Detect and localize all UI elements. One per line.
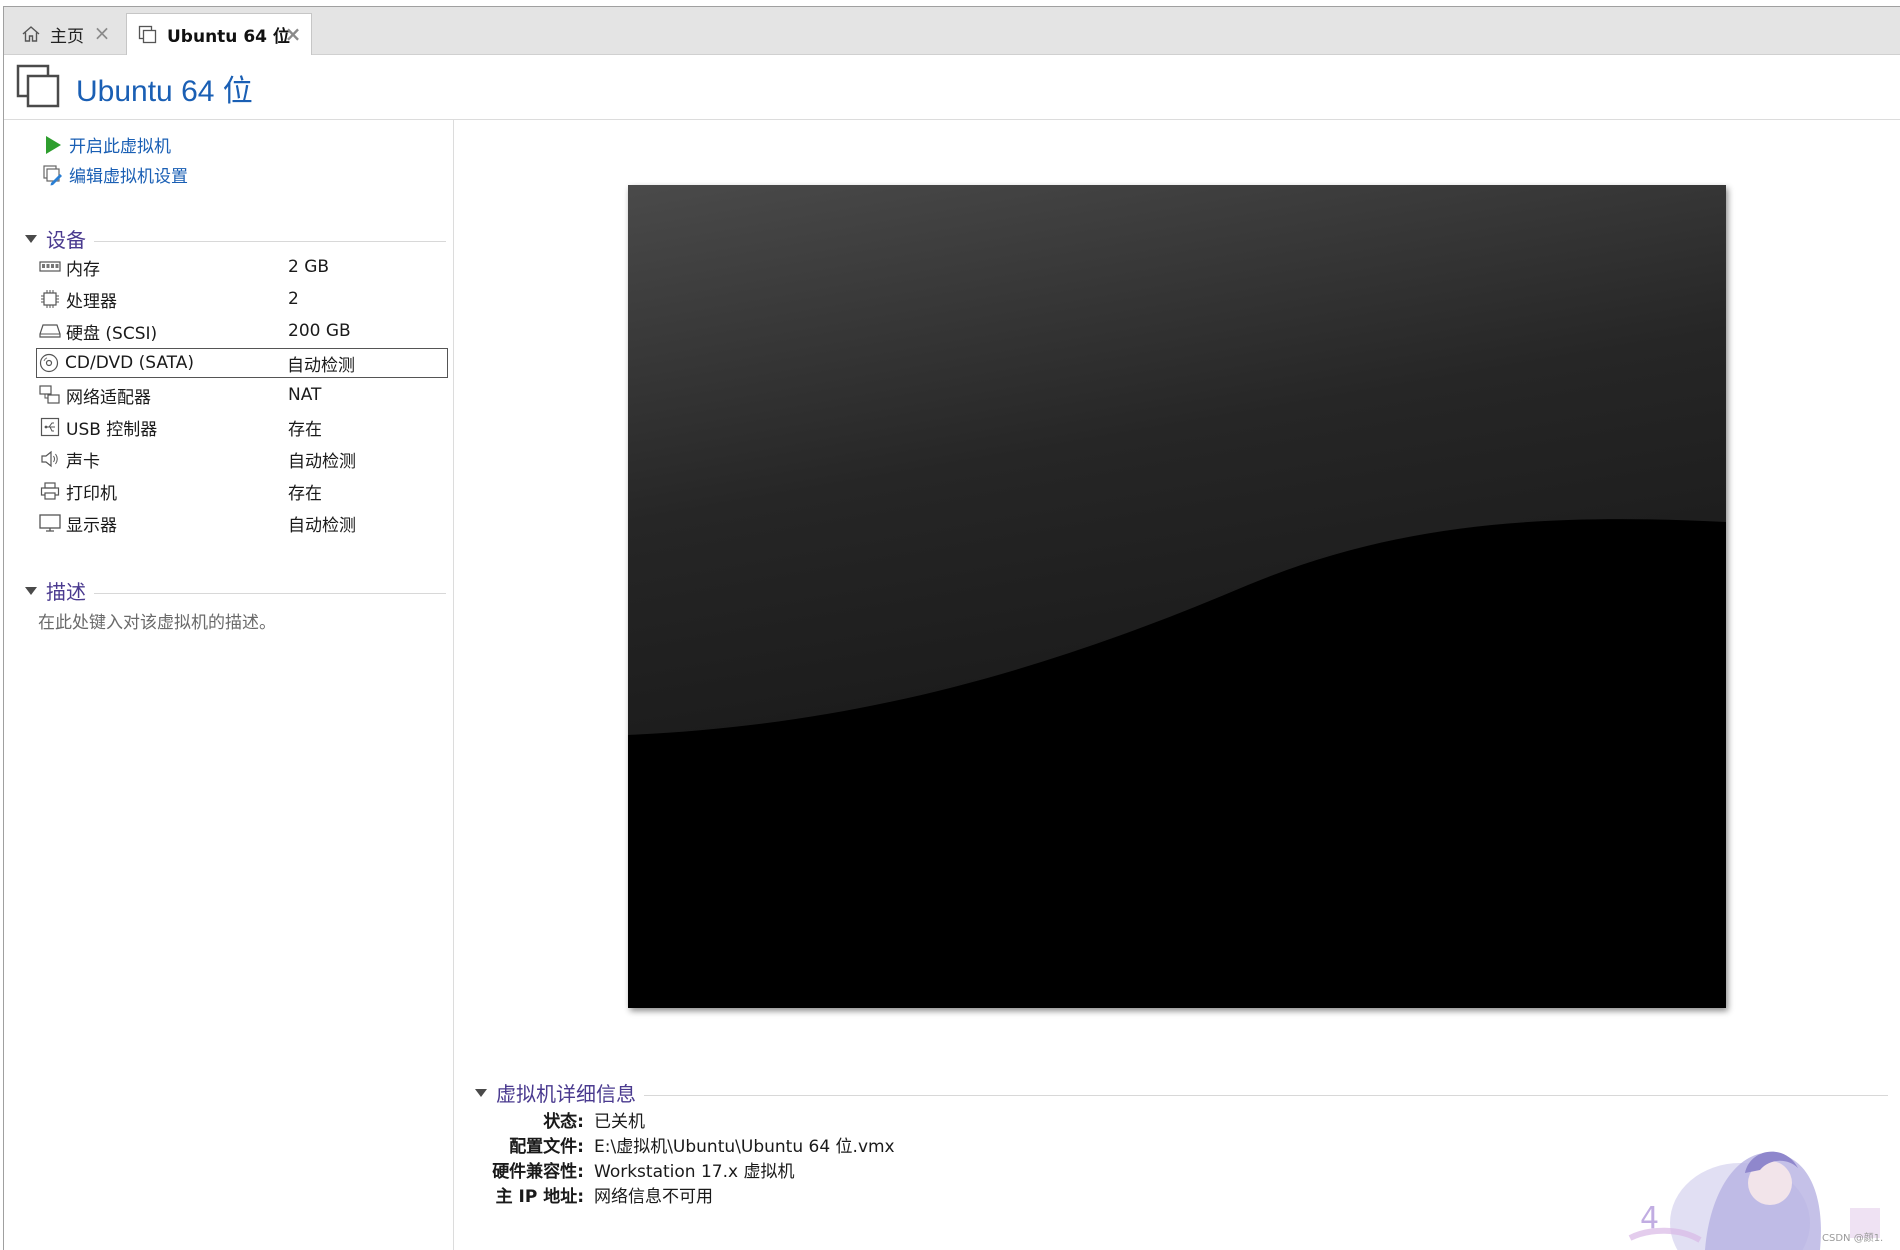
tab-home[interactable]: 主页 × [10, 13, 120, 55]
vm-details-title: 虚拟机详细信息 [496, 1082, 636, 1106]
processor-icon [38, 288, 62, 310]
device-value: NAT [288, 385, 322, 405]
device-value: 自动检测 [288, 515, 356, 536]
vm-icon [16, 64, 60, 108]
vm-screen-preview[interactable] [628, 185, 1726, 1008]
device-value: 2 GB [288, 257, 330, 277]
device-value: 存在 [288, 483, 322, 504]
detail-value: 网络信息不可用 [594, 1186, 713, 1207]
divider [644, 1095, 1888, 1096]
device-row-network-adapter[interactable]: 网络适配器 NAT [38, 380, 450, 410]
vm-thumbnail [628, 185, 1726, 1008]
device-row-printer[interactable]: 打印机 存在 [38, 476, 450, 506]
device-name: 打印机 [66, 483, 117, 504]
play-icon [42, 134, 64, 156]
divider [94, 241, 446, 242]
device-name: USB 控制器 [66, 419, 158, 440]
tab-ubuntu-vm[interactable]: Ubuntu 64 位 × [126, 13, 312, 55]
cd-dvd-icon [37, 352, 61, 374]
tab-home-label: 主页 [50, 26, 84, 47]
hard-disk-icon [38, 320, 62, 342]
device-value: 自动检测 [287, 355, 355, 376]
home-icon [20, 23, 42, 45]
devices-section-header[interactable]: 设备 [22, 224, 446, 253]
device-row-memory[interactable]: 内存 2 GB [38, 252, 450, 282]
description-title: 描述 [46, 580, 86, 604]
devices-title: 设备 [46, 228, 86, 252]
detail-key: 主 IP 地址: [495, 1186, 584, 1207]
display-icon [38, 512, 62, 534]
chevron-down-icon [472, 1084, 490, 1102]
close-icon[interactable]: × [283, 24, 303, 44]
chevron-down-icon [22, 230, 40, 248]
divider [94, 593, 446, 594]
detail-row-config-file: 配置文件: E:\虚拟机\Ubuntu\Ubuntu 64 位.vmx [472, 1131, 895, 1157]
device-value: 存在 [288, 419, 322, 440]
detail-value: 已关机 [594, 1111, 645, 1132]
network-adapter-icon [38, 384, 62, 406]
device-name: 处理器 [66, 291, 117, 312]
device-row-display[interactable]: 显示器 自动检测 [38, 508, 450, 538]
detail-value: Workstation 17.x 虚拟机 [594, 1161, 795, 1182]
page-title: Ubuntu 64 位 [76, 75, 253, 108]
edit-settings-icon [42, 164, 64, 186]
vm-icon [137, 24, 159, 46]
device-row-sound-card[interactable]: 声卡 自动检测 [38, 444, 450, 474]
usb-icon [38, 416, 62, 438]
start-vm-label: 开启此虚拟机 [69, 137, 171, 157]
detail-row-state: 状态: 已关机 [472, 1106, 645, 1132]
device-value: 200 GB [288, 321, 351, 341]
description-placeholder[interactable]: 在此处键入对该虚拟机的描述。 [38, 608, 276, 633]
printer-icon [38, 480, 62, 502]
detail-row-ip-address: 主 IP 地址: 网络信息不可用 [472, 1181, 713, 1207]
start-vm-link[interactable]: 开启此虚拟机 [42, 132, 171, 157]
memory-icon [38, 256, 62, 278]
device-row-hard-disk[interactable]: 硬盘 (SCSI) 200 GB [38, 316, 450, 346]
description-section-header[interactable]: 描述 [22, 576, 446, 605]
device-name: 内存 [66, 259, 100, 280]
detail-row-hardware-compat: 硬件兼容性: Workstation 17.x 虚拟机 [472, 1156, 794, 1182]
device-row-processor[interactable]: 处理器 2 [38, 284, 450, 314]
detail-key: 配置文件: [509, 1136, 584, 1157]
device-name: CD/DVD (SATA) [65, 353, 194, 373]
device-name: 网络适配器 [66, 387, 151, 408]
device-name: 硬盘 (SCSI) [66, 323, 158, 344]
detail-key: 硬件兼容性: [492, 1161, 584, 1182]
device-name: 显示器 [66, 515, 117, 536]
svg-text:4: 4 [1640, 1201, 1659, 1236]
left-panel: 开启此虚拟机 编辑虚拟机设置 设备 内存 2 GB 处理器 2 硬盘 (SCSI… [4, 120, 454, 1250]
edit-vm-settings-link[interactable]: 编辑虚拟机设置 [42, 162, 188, 187]
device-row-usb-controller[interactable]: USB 控制器 存在 [38, 412, 450, 442]
detail-value: E:\虚拟机\Ubuntu\Ubuntu 64 位.vmx [594, 1136, 895, 1157]
tab-bar: 主页 × Ubuntu 64 位 × [4, 7, 1900, 55]
device-value: 自动检测 [288, 451, 356, 472]
close-icon[interactable]: × [92, 23, 112, 43]
device-name: 声卡 [66, 451, 100, 472]
tab-vm-label: Ubuntu 64 位 [167, 27, 290, 47]
device-value: 2 [288, 289, 299, 309]
detail-key: 状态: [543, 1111, 584, 1132]
watermark: CSDN @颜1. [1822, 1233, 1884, 1244]
vm-header: Ubuntu 64 位 [4, 56, 1900, 120]
device-row-cd-dvd[interactable]: CD/DVD (SATA) 自动检测 [36, 348, 448, 378]
sound-card-icon [38, 448, 62, 470]
vm-details-section-header[interactable]: 虚拟机详细信息 [472, 1078, 1888, 1107]
edit-vm-settings-label: 编辑虚拟机设置 [69, 167, 188, 187]
chevron-down-icon [22, 582, 40, 600]
